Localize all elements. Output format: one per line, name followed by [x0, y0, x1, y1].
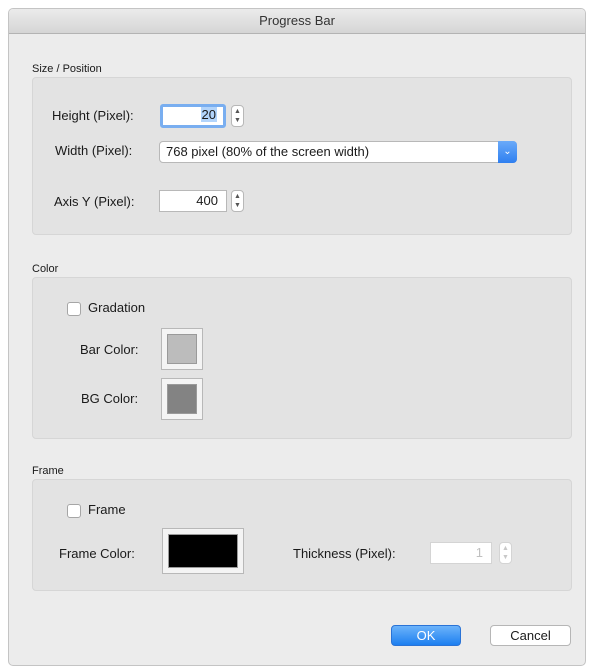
width-selected-value: 768 pixel (80% of the screen width) — [166, 144, 370, 159]
gradation-checkbox[interactable] — [67, 302, 81, 316]
thickness-label: Thickness (Pixel): — [293, 546, 396, 561]
frame-group: Frame Frame Color: Thickness (Pixel): 1 … — [32, 479, 572, 591]
frame-color-swatch — [168, 534, 238, 568]
frame-section-label: Frame — [32, 465, 64, 477]
size-position-section-label: Size / Position — [32, 63, 102, 75]
height-label: Height (Pixel): — [52, 108, 134, 123]
chevron-down-icon[interactable]: ⌄ — [498, 141, 517, 163]
frame-checkbox-label: Frame — [88, 502, 126, 517]
frame-color-label: Frame Color: — [59, 546, 135, 561]
size-position-group: Height (Pixel): 20 ▲ ▼ Width (Pixel): 768… — [32, 77, 572, 235]
frame-checkbox[interactable] — [67, 504, 81, 518]
height-stepper-icon[interactable]: ▲ ▼ — [231, 105, 244, 127]
color-group: Gradation Bar Color: BG Color: — [32, 277, 572, 439]
axis-y-input[interactable]: 400 — [159, 190, 227, 212]
height-value: 20 — [200, 107, 217, 122]
thickness-stepper-icon[interactable]: ▲ ▼ — [499, 542, 512, 564]
bg-color-swatch — [167, 384, 197, 414]
bar-color-well[interactable] — [161, 328, 203, 370]
ok-button[interactable]: OK — [391, 625, 461, 646]
axis-y-label: Axis Y (Pixel): — [54, 194, 135, 209]
thickness-input[interactable]: 1 — [430, 542, 492, 564]
bg-color-label: BG Color: — [81, 391, 139, 406]
width-select[interactable]: 768 pixel (80% of the screen width) ⌄ — [159, 141, 517, 163]
progress-bar-dialog: Progress Bar Size / Position Height (Pix… — [8, 8, 586, 666]
bar-color-label: Bar Color: — [80, 342, 139, 357]
window-title: Progress Bar — [9, 9, 585, 34]
width-label: Width (Pixel): — [55, 143, 133, 158]
bg-color-well[interactable] — [161, 378, 203, 420]
height-input[interactable]: 20 — [160, 104, 226, 128]
gradation-label: Gradation — [88, 300, 146, 315]
bar-color-swatch — [167, 334, 197, 364]
color-section-label: Color — [32, 263, 59, 275]
axis-y-stepper-icon[interactable]: ▲ ▼ — [231, 190, 244, 212]
frame-color-well[interactable] — [162, 528, 244, 574]
cancel-button[interactable]: Cancel — [490, 625, 571, 646]
